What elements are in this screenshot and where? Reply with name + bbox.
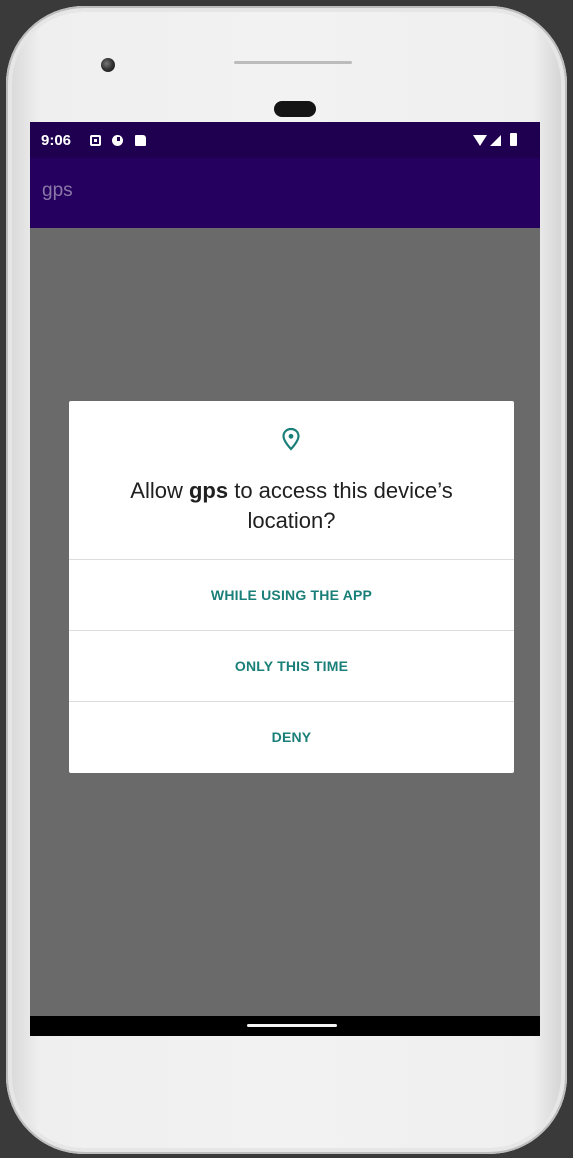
signal-icon [490, 135, 501, 146]
device-screen: 9:06 gps Allow gps to access this device… [30, 122, 540, 1036]
notification-circle-icon [112, 135, 123, 146]
app-title: gps [42, 180, 73, 201]
dialog-title: Allow gps to access this device’s locati… [89, 476, 494, 536]
dialog-app-name: gps [188, 478, 229, 503]
dialog-title-prefix: Allow [130, 478, 189, 503]
app-bar: gps [30, 158, 540, 228]
earpiece [274, 101, 316, 117]
wifi-icon [473, 135, 487, 146]
notification-a-icon [90, 135, 101, 146]
deny-button[interactable]: DENY [69, 702, 514, 772]
dialog-title-suffix: to access this device’s location? [228, 478, 453, 533]
only-this-time-button[interactable]: ONLY THIS TIME [69, 631, 514, 701]
location-permission-dialog: Allow gps to access this device’s locati… [69, 401, 514, 773]
status-time: 9:06 [41, 132, 72, 149]
battery-icon [510, 133, 517, 146]
home-gesture-handle[interactable] [247, 1024, 337, 1027]
status-bar: 9:06 [30, 122, 540, 158]
navigation-bar [30, 1016, 540, 1036]
front-camera [101, 58, 115, 72]
while-using-app-button[interactable]: WHILE USING THE APP [69, 560, 514, 630]
location-pin-icon [282, 427, 300, 451]
sd-card-icon [135, 135, 146, 146]
speaker-grille [234, 61, 352, 64]
